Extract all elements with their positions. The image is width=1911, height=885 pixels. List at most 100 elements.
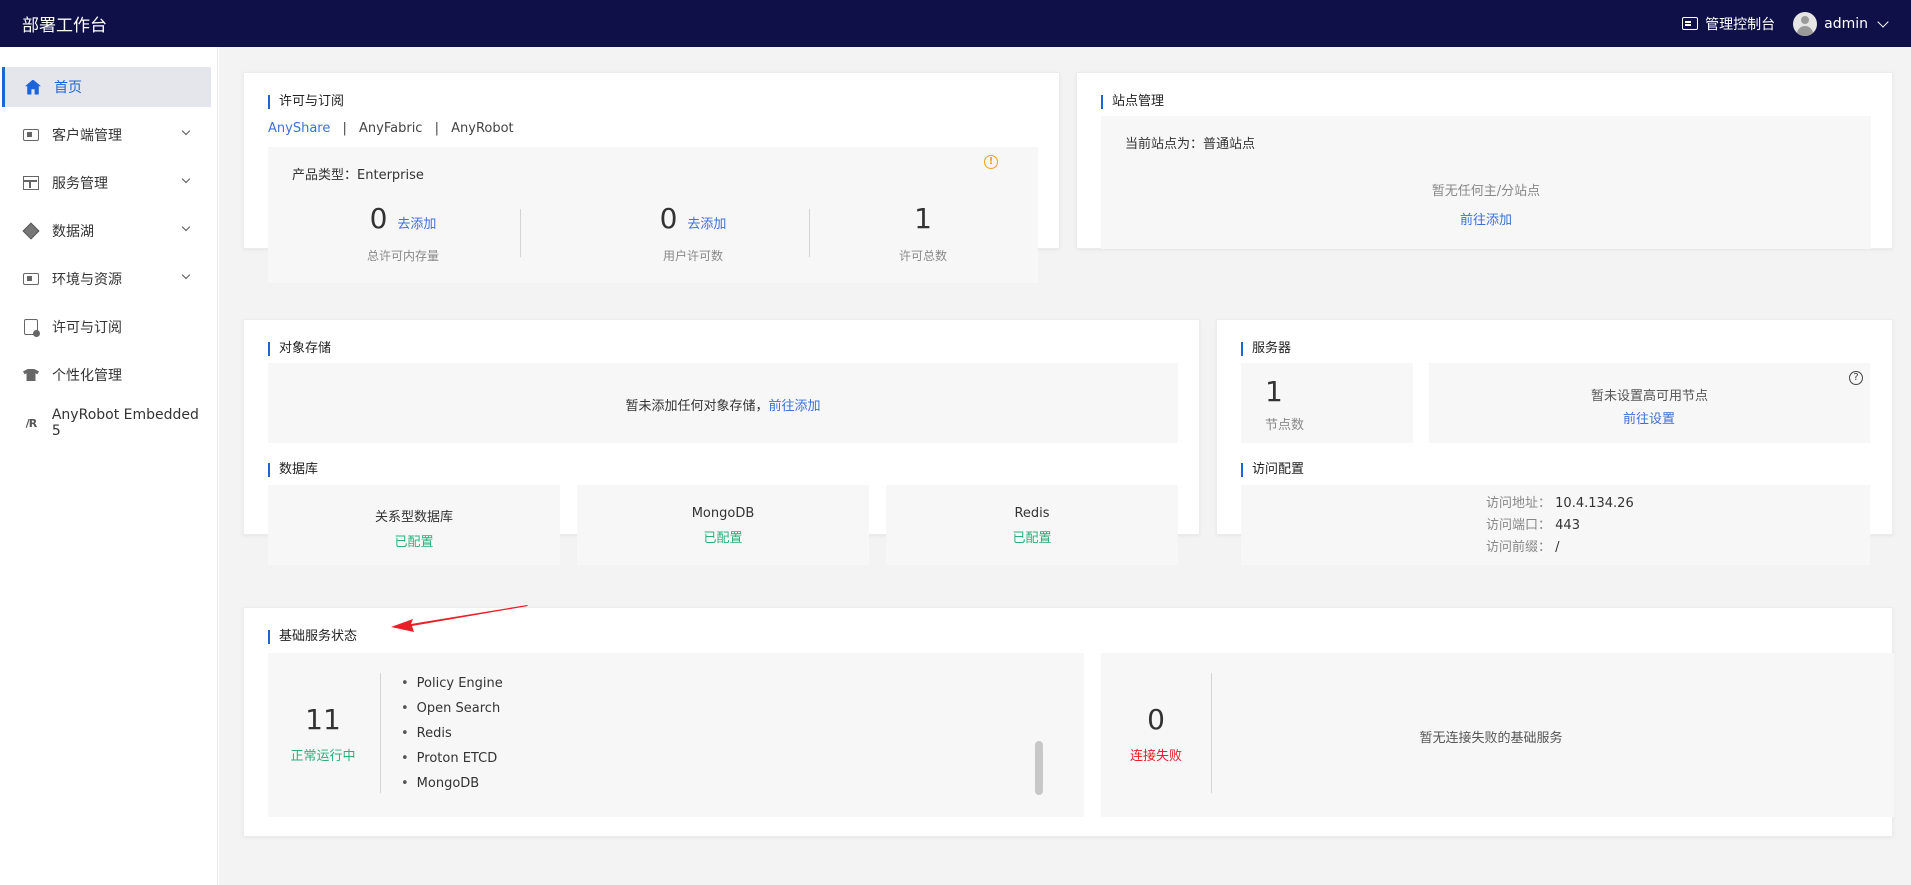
list-item: MongoDB <box>401 771 503 796</box>
console-link[interactable]: 管理控制台 <box>1682 14 1775 34</box>
access-rows: 访问地址： 10.4.134.26 访问端口： 443 访问前缀： / <box>1486 493 1634 559</box>
object-storage-empty-text: 暂未添加任何对象存储， <box>625 399 769 414</box>
node-count-label: 节点数 <box>1265 418 1305 433</box>
stat-value: 0 <box>659 202 678 235</box>
card-title: 站点管理 <box>1101 95 1164 109</box>
object-storage-panel: 暂未添加任何对象存储，前往添加 <box>268 363 1178 443</box>
card-title: 基础服务状态 <box>268 630 357 644</box>
service-list: Policy Engine Open Search Redis Proton E… <box>401 671 503 796</box>
divider <box>380 673 381 793</box>
sidebar-item-environment-resources[interactable]: 环境与资源 <box>2 259 211 299</box>
card-title: 许可与订阅 <box>268 95 344 109</box>
site-empty-text: 暂无任何主/分站点 <box>1431 184 1541 199</box>
server-card: 服务器 1 节点数 暂未设置高可用节点 前往设置 ? 访问配置 访问地址： 10… <box>1216 319 1893 565</box>
tab-anyrobot[interactable]: AnyRobot <box>451 121 514 136</box>
product-type: 产品类型：Enterprise <box>292 164 424 183</box>
db-name: Redis <box>1014 506 1050 521</box>
db-redis: Redis 已配置 <box>886 485 1178 565</box>
ha-setup-link[interactable]: 前往设置 <box>1599 408 1699 427</box>
add-site-link[interactable]: 前往添加 <box>1436 209 1536 228</box>
console-icon <box>1682 17 1699 30</box>
sidebar-item-client-management[interactable]: 客户端管理 <box>2 115 211 155</box>
sidebar-item-service-management[interactable]: 服务管理 <box>2 163 211 203</box>
access-row-port: 访问端口： 443 <box>1486 515 1634 537</box>
product-type-label: 产品类型： <box>292 168 358 183</box>
sidebar-item-data-lake[interactable]: 数据湖 <box>2 211 211 251</box>
tab-separator: | <box>342 121 347 136</box>
add-link[interactable]: 去添加 <box>397 213 436 232</box>
user-menu[interactable]: admin <box>1793 11 1889 36</box>
db-name: 关系型数据库 <box>374 510 453 525</box>
sidebar-item-label: AnyRobot Embedded 5 <box>51 407 199 439</box>
stat-label: 总许可内存量 <box>366 249 439 263</box>
chevron-down-icon <box>181 270 191 280</box>
access-panel: 访问地址： 10.4.134.26 访问端口： 443 访问前缀： / <box>1241 485 1870 565</box>
top-bar: 部署工作台 管理控制台 admin <box>0 0 1911 47</box>
warning-icon[interactable]: ! <box>984 155 998 169</box>
annotation-arrow <box>391 605 528 632</box>
shirt-icon <box>22 367 40 383</box>
access-row-address: 访问地址： 10.4.134.26 <box>1486 493 1634 515</box>
sidebar-item-home[interactable]: 首页 <box>2 67 211 107</box>
list-item: Proton ETCD <box>401 746 503 771</box>
db-name: MongoDB <box>691 506 755 521</box>
add-link[interactable]: 去添加 <box>687 213 726 232</box>
tab-anyshare[interactable]: AnyShare <box>268 121 330 136</box>
stat-total-memory: 0 去添加 总许可内存量 <box>308 202 498 264</box>
sidebar-item-label: 首页 <box>54 80 82 96</box>
product-tabs: AnyShare | AnyFabric | AnyRobot <box>268 121 514 136</box>
running-label: 正常运行中 <box>290 749 356 764</box>
access-row-prefix: 访问前缀： / <box>1486 537 1634 559</box>
chevron-down-icon <box>181 174 191 184</box>
divider <box>809 209 810 257</box>
client-icon <box>22 127 40 143</box>
list-item: Open Search <box>401 696 503 721</box>
failed-count: 0 <box>1147 703 1165 736</box>
ha-empty-text: 暂未设置高可用节点 <box>1590 389 1708 404</box>
access-label: 访问地址： <box>1486 496 1552 511</box>
sidebar-item-label: 数据湖 <box>52 224 94 240</box>
db-status: 已配置 <box>703 531 743 546</box>
db-relational: 关系型数据库 已配置 <box>268 485 560 565</box>
node-count: 1 <box>1265 375 1283 408</box>
sidebar-item-label: 许可与订阅 <box>52 320 122 336</box>
tab-separator: | <box>434 121 439 136</box>
failed-empty-text: 暂无连接失败的基础服务 <box>1419 731 1563 746</box>
list-item: Redis <box>401 721 503 746</box>
access-value: 443 <box>1555 518 1580 533</box>
stat-total-licenses: 1 许可总数 <box>868 202 978 264</box>
site-panel: 当前站点为：普通站点 暂无任何主/分站点 前往添加 <box>1101 116 1871 249</box>
failed-label: 连接失败 <box>1129 749 1182 764</box>
stat-value: 0 <box>369 202 388 235</box>
current-site-value: 普通站点 <box>1203 137 1256 152</box>
sidebar-item-license[interactable]: 许可与订阅 <box>2 307 211 347</box>
stat-user-licenses: 0 去添加 用户许可数 <box>598 202 788 264</box>
diamond-icon <box>22 222 40 240</box>
home-icon <box>24 79 42 95</box>
topbar-actions: 管理控制台 admin <box>1682 0 1889 47</box>
add-object-storage-link[interactable]: 前往添加 <box>769 399 821 414</box>
node-count-panel: 1 节点数 <box>1241 363 1413 443</box>
base-services-card: 基础服务状态 11 正常运行中 Policy Engine Open Searc… <box>243 607 1894 837</box>
failed-services-panel: 0 连接失败 暂无连接失败的基础服务 <box>1101 653 1894 817</box>
stat-value: 1 <box>914 202 932 235</box>
sidebar: 首页 客户端管理 服务管理 数据湖 环境与资源 许可与订阅 个性化管理 /R A… <box>0 47 218 885</box>
list-item: Policy Engine <box>401 671 503 696</box>
sidebar-item-anyrobot[interactable]: /R AnyRobot Embedded 5 <box>2 403 211 443</box>
scrollbar-thumb[interactable] <box>1035 741 1043 795</box>
sidebar-item-label: 服务管理 <box>52 176 108 192</box>
divider <box>520 209 521 257</box>
code-icon <box>22 271 40 287</box>
site-card: 站点管理 当前站点为：普通站点 暂无任何主/分站点 前往添加 <box>1076 72 1893 249</box>
sidebar-item-personalization[interactable]: 个性化管理 <box>2 355 211 395</box>
current-site: 当前站点为：普通站点 <box>1125 133 1255 152</box>
sidebar-item-label: 个性化管理 <box>52 368 122 384</box>
tab-anyfabric[interactable]: AnyFabric <box>359 121 422 136</box>
sidebar-item-label: 客户端管理 <box>52 128 122 144</box>
help-icon[interactable]: ? <box>1849 371 1863 385</box>
license-icon <box>22 319 40 337</box>
db-status: 已配置 <box>1012 531 1052 546</box>
card-title: 服务器 <box>1241 342 1291 356</box>
access-label: 访问端口： <box>1486 518 1552 533</box>
storage-card: 对象存储 暂未添加任何对象存储，前往添加 数据库 关系型数据库 已配置 Mong… <box>243 319 1200 565</box>
